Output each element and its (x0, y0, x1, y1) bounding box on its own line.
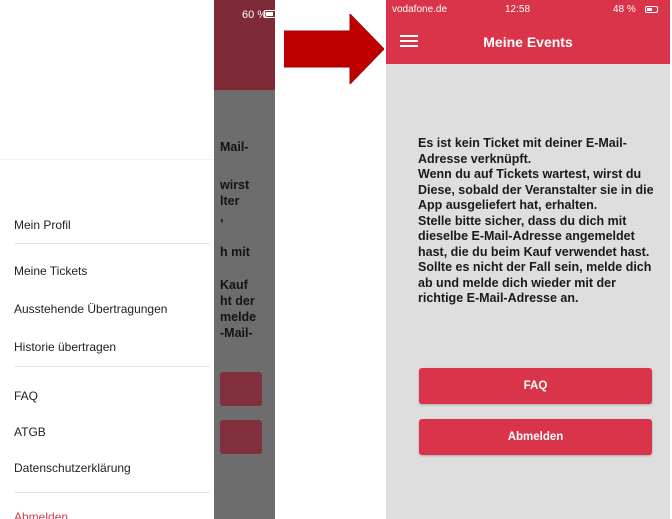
background-text: ht der (220, 294, 255, 308)
page-title: Meine Events (483, 34, 573, 50)
drawer-item-meine-tickets[interactable]: Meine Tickets (14, 264, 87, 278)
drawer-item-historie[interactable]: Historie übertragen (14, 340, 116, 354)
status-bar: vodafone.de 12:58 48 % (386, 2, 670, 18)
drawer-item-faq[interactable]: FAQ (14, 389, 38, 403)
drawer-item-abmelden[interactable]: Abmelden (14, 510, 68, 519)
side-drawer: Mein Profil Meine Tickets Ausstehende Üb… (0, 0, 214, 519)
background-text: lter (220, 194, 240, 208)
carrier-name: vodafone.de (392, 4, 448, 15)
drawer-divider (14, 366, 210, 367)
battery-percent: 48 % (613, 4, 636, 15)
background-text: , (220, 210, 224, 224)
drawer-item-mein-profil[interactable]: Mein Profil (14, 218, 71, 232)
message-paragraph: Wenn du auf Tickets wartest, wirst du Di… (418, 167, 654, 212)
background-text: wirst (220, 178, 250, 192)
logout-button[interactable]: Abmelden (419, 419, 652, 455)
battery-icon (645, 6, 658, 13)
background-text: h mit (220, 245, 250, 259)
right-screenshot: vodafone.de 12:58 48 % Meine Events Es i… (386, 0, 670, 519)
drawer-item-atgb[interactable]: ATGB (14, 425, 46, 439)
background-button (220, 420, 262, 454)
drawer-header (0, 0, 214, 160)
drawer-divider (14, 492, 210, 493)
background-text: Kauf (220, 278, 248, 292)
battery-icon (264, 10, 275, 18)
drawer-item-datenschutz[interactable]: Datenschutzerklärung (14, 461, 131, 475)
drawer-divider (14, 243, 210, 244)
drawer-item-ausstehende-uebertragungen[interactable]: Ausstehende Übertragungen (14, 302, 167, 316)
background-text: -Mail- (220, 326, 253, 340)
message-paragraph: Stelle bitte sicher, dass du dich mit di… (418, 213, 652, 306)
faq-button[interactable]: FAQ (419, 368, 652, 404)
right-arrow-icon (284, 14, 384, 84)
background-text: melde (220, 310, 257, 324)
empty-state-message: Es ist kein Ticket mit deiner E-Mail-Adr… (418, 136, 654, 307)
message-paragraph: Es ist kein Ticket mit deiner E-Mail-Adr… (418, 136, 627, 166)
app-bar: vodafone.de 12:58 48 % Meine Events (386, 0, 670, 64)
status-time: 12:58 (505, 4, 531, 15)
background-text: Mail- (220, 140, 249, 154)
background-button (220, 372, 262, 406)
left-screenshot: 60 % Mail- wirst lter , h mit Kauf ht de… (0, 0, 275, 519)
